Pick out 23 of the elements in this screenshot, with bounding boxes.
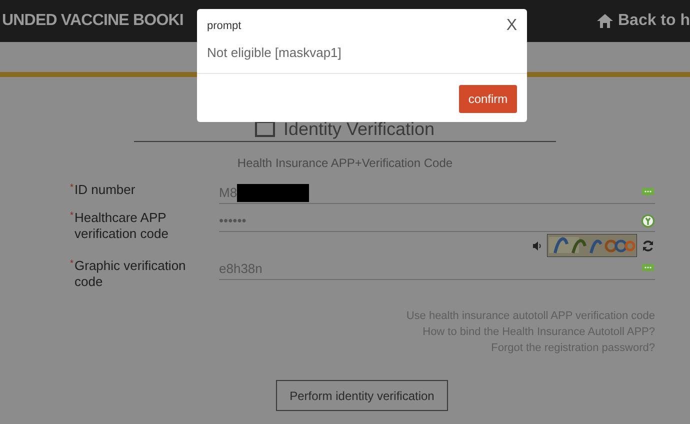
info-circle-icon[interactable] bbox=[641, 214, 655, 228]
id-card-icon bbox=[255, 121, 276, 137]
verify-button[interactable]: Perform identity verification bbox=[276, 380, 448, 411]
section-subtitle: Health Insurance APP+Verification Code bbox=[237, 155, 453, 172]
field-label: Healthcare APP verification code bbox=[74, 210, 170, 242]
chat-bubble-icon[interactable] bbox=[641, 263, 655, 274]
home-icon bbox=[596, 13, 614, 29]
site-title: UNDED VACCINE BOOKI bbox=[2, 11, 184, 31]
required-marker: * bbox=[70, 258, 74, 268]
close-button[interactable]: X bbox=[506, 17, 517, 35]
dialog-title: prompt bbox=[207, 18, 242, 34]
speaker-icon[interactable] bbox=[532, 240, 543, 250]
chat-bubble-icon[interactable] bbox=[641, 187, 655, 198]
field-label: Graphic verification code bbox=[74, 258, 187, 290]
dialog-message: Not eligible [maskvap1] bbox=[206, 44, 342, 62]
refresh-icon[interactable] bbox=[641, 238, 655, 252]
field-label: ID number bbox=[74, 182, 136, 198]
input-field[interactable]: •••••• bbox=[219, 210, 655, 232]
section-heading: Identity Verification bbox=[283, 119, 435, 139]
required-marker: * bbox=[70, 182, 74, 192]
confirm-button[interactable]: confirm bbox=[459, 84, 517, 112]
required-marker: * bbox=[70, 210, 74, 220]
back-link[interactable]: Back to h bbox=[618, 9, 690, 33]
